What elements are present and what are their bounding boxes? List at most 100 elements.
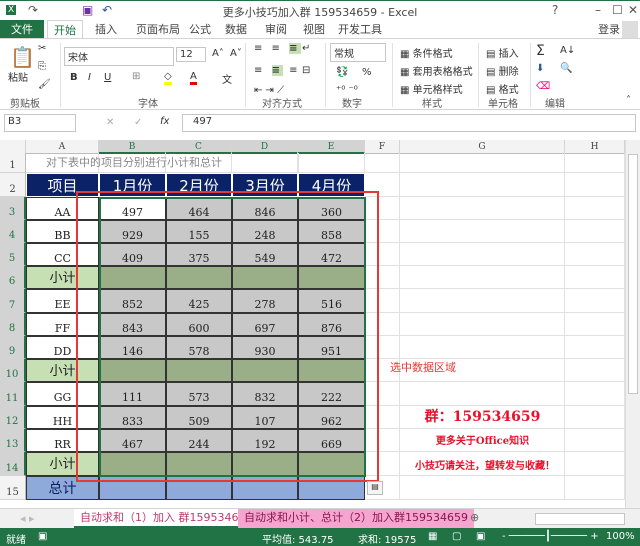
decrease-font-icon[interactable]: A˅ [230, 48, 242, 59]
value-cell[interactable] [99, 476, 166, 500]
value-cell[interactable]: 516 [298, 289, 365, 313]
row-label-cell[interactable]: EE [26, 289, 99, 313]
value-cell[interactable] [166, 452, 232, 476]
row-label-cell[interactable]: 小计 [26, 359, 99, 382]
cell[interactable] [365, 382, 400, 406]
row-header-2[interactable]: 2 [0, 173, 26, 197]
header-cell[interactable]: 1月份 [99, 173, 166, 197]
tab-developer[interactable]: 开发工具 [338, 20, 382, 39]
value-cell[interactable]: 425 [166, 289, 232, 313]
value-cell[interactable]: 192 [232, 429, 298, 452]
cell[interactable] [400, 476, 565, 500]
cell[interactable] [365, 197, 400, 220]
row-header-6[interactable]: 6 [0, 266, 26, 289]
insert-cells-button[interactable]: ▤ 插入 [486, 45, 519, 60]
column-header-A[interactable]: A [26, 140, 99, 154]
tab-insert[interactable]: 插入 [92, 20, 120, 39]
cell[interactable] [400, 153, 565, 173]
cell[interactable] [400, 382, 565, 406]
clear-icon[interactable]: ⌫ [536, 81, 550, 92]
minimize-button[interactable]: – [595, 3, 601, 17]
value-cell[interactable]: 360 [298, 197, 365, 220]
help-button[interactable]: ? [552, 3, 558, 17]
note-cell[interactable]: 对下表中的项目分别进行小计和总计 [26, 153, 299, 173]
value-cell[interactable] [298, 452, 365, 476]
font-size-select[interactable]: 12 [176, 47, 206, 62]
row-label-cell[interactable]: AA [26, 197, 99, 220]
value-cell[interactable] [99, 266, 166, 289]
cell[interactable] [365, 406, 400, 429]
value-cell[interactable] [298, 476, 365, 500]
value-cell[interactable] [166, 266, 232, 289]
cell[interactable] [365, 289, 400, 313]
value-cell[interactable]: 472 [298, 243, 365, 266]
row-label-cell[interactable]: HH [26, 406, 99, 429]
value-cell[interactable]: 244 [166, 429, 232, 452]
cell[interactable] [365, 243, 400, 266]
column-header-D[interactable]: D [232, 140, 298, 154]
row-header-13[interactable]: 13 [0, 429, 26, 452]
value-cell[interactable]: 930 [232, 336, 298, 359]
cell[interactable] [400, 220, 565, 243]
copy-icon[interactable]: ⎘ [38, 61, 46, 72]
value-cell[interactable] [99, 359, 166, 382]
value-cell[interactable]: 852 [99, 289, 166, 313]
value-cell[interactable]: 951 [298, 336, 365, 359]
row-label-cell[interactable]: FF [26, 313, 99, 336]
cell[interactable] [400, 289, 565, 313]
value-cell[interactable]: 107 [232, 406, 298, 429]
cell[interactable] [565, 476, 625, 500]
value-cell[interactable]: 222 [298, 382, 365, 406]
bold-button[interactable]: B [70, 72, 78, 83]
name-box[interactable]: B3 [4, 114, 76, 132]
cell[interactable] [565, 243, 625, 266]
value-cell[interactable]: 464 [166, 197, 232, 220]
cell[interactable] [565, 289, 625, 313]
value-cell[interactable]: 573 [166, 382, 232, 406]
maximize-button[interactable]: ☐ [612, 3, 623, 17]
find-icon[interactable]: 🔍 [560, 63, 572, 74]
value-cell[interactable]: 111 [99, 382, 166, 406]
column-header-F[interactable]: F [365, 140, 400, 154]
enter-icon[interactable]: ✓ [134, 117, 142, 128]
wrap-text-icon[interactable]: ↵ [302, 43, 310, 54]
autosum-icon[interactable]: Σ [536, 43, 545, 59]
close-button[interactable]: ✕ [628, 3, 638, 17]
horizontal-scrollbar[interactable] [535, 513, 625, 525]
row-header-8[interactable]: 8 [0, 313, 26, 336]
row-header-14[interactable]: 14 [0, 452, 26, 476]
normal-view-icon[interactable]: ▦ [428, 531, 437, 542]
value-cell[interactable]: 669 [298, 429, 365, 452]
tab-formulas[interactable]: 公式 [186, 20, 214, 39]
cell[interactable] [565, 336, 625, 359]
vertical-align-icons[interactable]: ≡ ≡ ≡ [254, 43, 301, 54]
row-label-cell[interactable]: RR [26, 429, 99, 452]
value-cell[interactable]: 600 [166, 313, 232, 336]
tab-page-layout[interactable]: 页面布局 [130, 20, 186, 39]
cell[interactable] [365, 429, 400, 452]
cell[interactable] [365, 336, 400, 359]
row-header-5[interactable]: 5 [0, 243, 26, 266]
cell[interactable] [565, 266, 625, 289]
format-cells-button[interactable]: ▤ 格式 [486, 81, 519, 96]
cell[interactable] [565, 153, 625, 173]
value-cell[interactable]: 509 [166, 406, 232, 429]
header-cell[interactable]: 项目 [26, 173, 99, 197]
value-cell[interactable] [166, 476, 232, 500]
format-painter-icon[interactable]: 🖌 [38, 79, 51, 90]
value-cell[interactable]: 155 [166, 220, 232, 243]
value-cell[interactable]: 467 [99, 429, 166, 452]
delete-cells-button[interactable]: ▤ 删除 [486, 63, 519, 78]
macro-record-icon[interactable]: ▣ [38, 531, 47, 542]
number-format-select[interactable]: 常规 [330, 43, 386, 62]
cell[interactable] [365, 173, 400, 197]
row-header-12[interactable]: 12 [0, 406, 26, 429]
tab-data[interactable]: 数据 [222, 20, 250, 39]
quick-analysis-icon[interactable]: ▤ [367, 481, 383, 495]
value-cell[interactable]: 962 [298, 406, 365, 429]
value-cell[interactable]: 929 [99, 220, 166, 243]
tab-file[interactable]: 文件 [0, 20, 44, 39]
cell[interactable] [565, 382, 625, 406]
value-cell[interactable]: 549 [232, 243, 298, 266]
value-cell[interactable] [232, 266, 298, 289]
